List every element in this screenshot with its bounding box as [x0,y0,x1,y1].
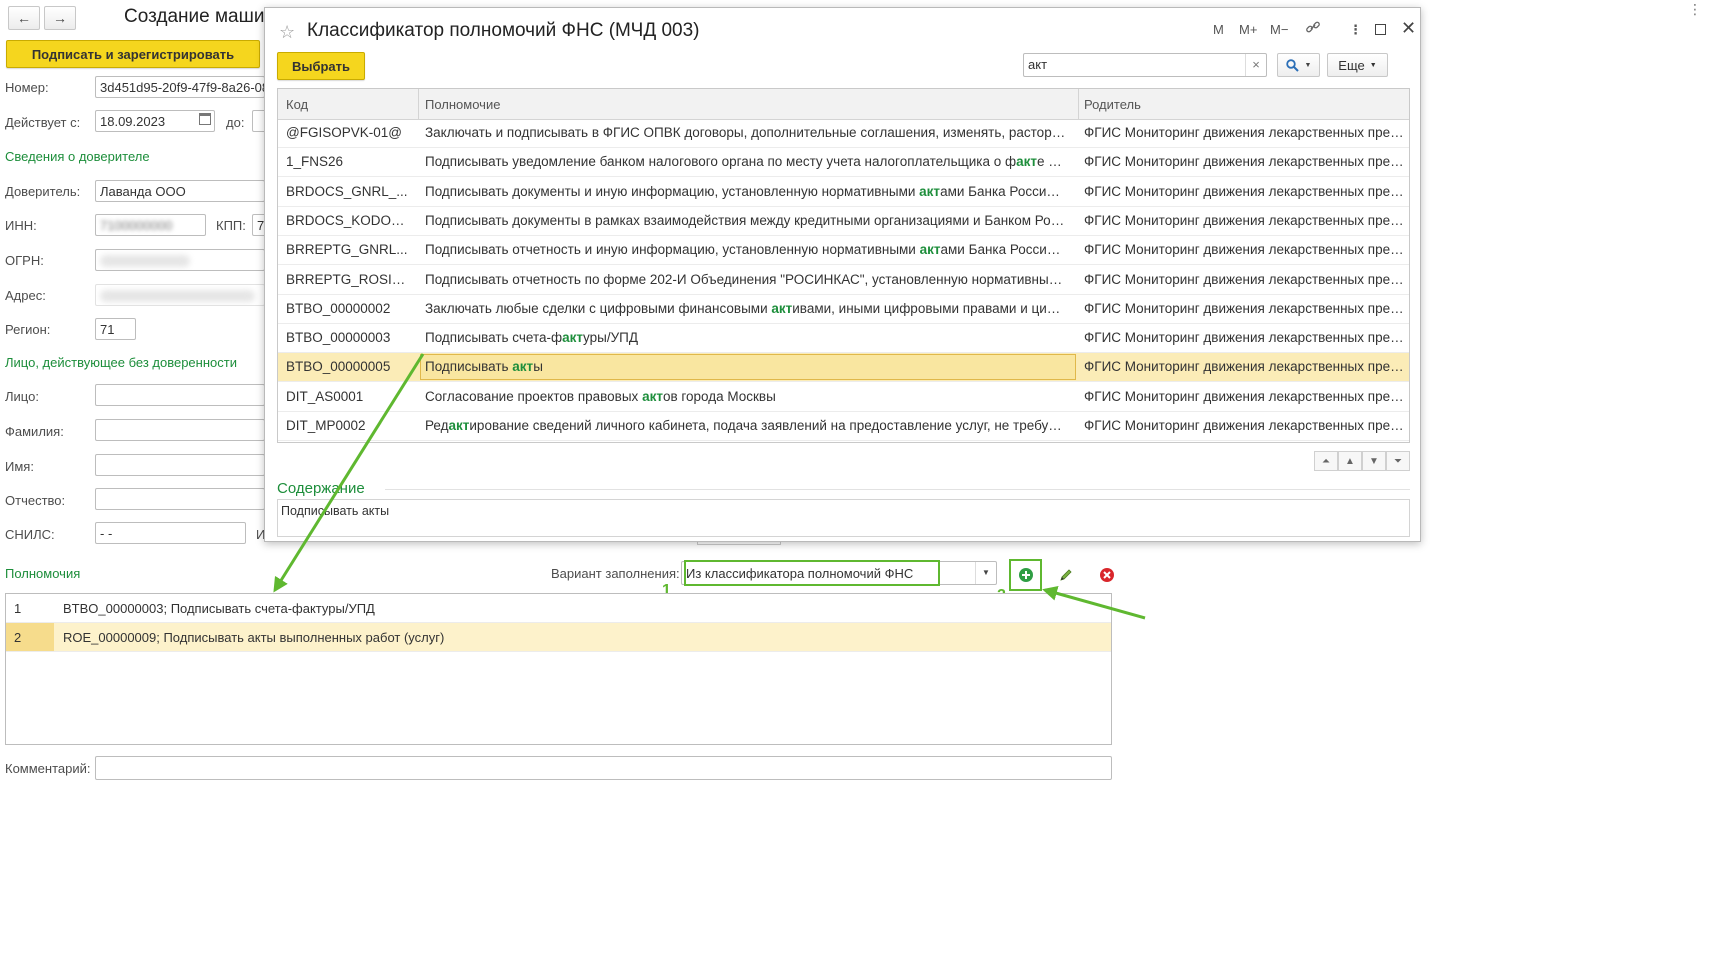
arrow-to-list-icon [273,353,425,593]
annotation-arrows [273,353,1146,620]
arrow-to-add-button-icon [1042,586,1146,620]
